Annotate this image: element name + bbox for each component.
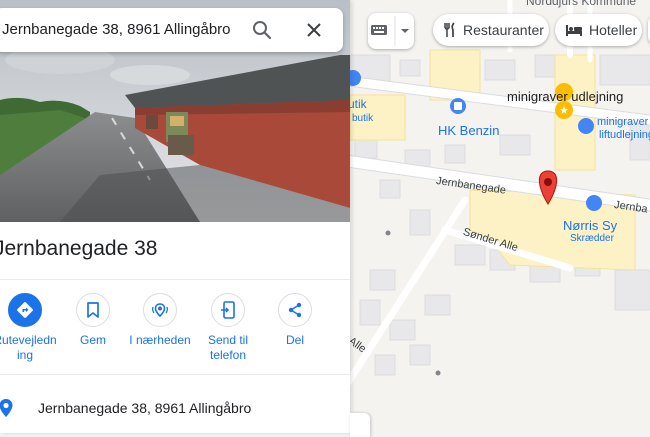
keyboard-icon (371, 16, 409, 46)
search-icon[interactable] (250, 18, 274, 42)
chip-hotels[interactable]: Hoteller (555, 14, 642, 46)
share-label: Del (285, 333, 304, 347)
share-button[interactable]: Del (262, 293, 328, 348)
nearby-button[interactable]: I nærheden (127, 293, 193, 348)
map-graphics: ★ (350, 0, 650, 386)
bed-icon (566, 25, 582, 36)
map-canvas[interactable]: ★ Norddjurs Kommune utik butik HK Benzin… (350, 0, 650, 433)
map-label-minigraver-small-1[interactable]: minigraver ud (597, 116, 650, 128)
map-label-store-name[interactable]: Nørris Sy (563, 218, 617, 233)
search-input[interactable]: Jernbanegade 38, 8961 Allingåbro (2, 21, 231, 38)
close-icon[interactable] (302, 18, 326, 42)
directions-button[interactable]: Rutevejledning (0, 293, 58, 363)
search-box[interactable]: Jernbanegade 38, 8961 Allingåbro (0, 8, 343, 52)
input-tools-button[interactable] (368, 13, 414, 49)
chip-restaurants[interactable]: Restauranter (433, 14, 549, 46)
place-panel: Jernbanegade 38, 8961 Allingåbro Jernban… (0, 0, 350, 433)
map-label-minigraver-small-2[interactable]: liftudlejning (599, 129, 650, 141)
nearby-label: I nærheden (129, 333, 191, 347)
send-to-phone-label: Send til telefon (207, 333, 249, 362)
nearby-icon (143, 293, 177, 327)
save-button[interactable]: Gem (60, 293, 126, 348)
bookmark-icon (76, 293, 110, 327)
address-text: Jernbanegade 38, 8961 Allingåbro (38, 400, 252, 416)
map-label-minigraver[interactable]: minigraver udlejning (507, 89, 623, 104)
divider (0, 374, 350, 375)
svg-text:★: ★ (559, 104, 569, 117)
map-label-butik-2: butik (352, 113, 374, 124)
save-label: Gem (79, 333, 106, 347)
directions-icon (8, 293, 42, 327)
chip-label: Restauranter (463, 22, 544, 38)
location-pin-icon (0, 399, 13, 417)
map-label-store-type: Skrædder (570, 233, 614, 244)
fork-knife-icon (444, 22, 455, 37)
phone-icon (211, 293, 245, 327)
action-bar: Rutevejledning Gem I nærheden (0, 293, 350, 373)
map-label-gas-station[interactable]: HK Benzin (438, 123, 499, 138)
chip-label: Hoteller (589, 22, 638, 38)
collapse-panel-button[interactable] (350, 413, 370, 437)
map-label-top-area: Norddjurs Kommune (526, 0, 637, 8)
divider (0, 279, 350, 280)
directions-label: Rutevejledning (0, 333, 57, 362)
share-icon (278, 293, 312, 327)
place-title: Jernbanegade 38 (0, 237, 158, 260)
address-row[interactable]: Jernbanegade 38, 8961 Allingåbro (0, 385, 350, 429)
map-label-butik-1: utik (350, 97, 367, 111)
send-to-phone-button[interactable]: Send til telefon (195, 293, 261, 363)
